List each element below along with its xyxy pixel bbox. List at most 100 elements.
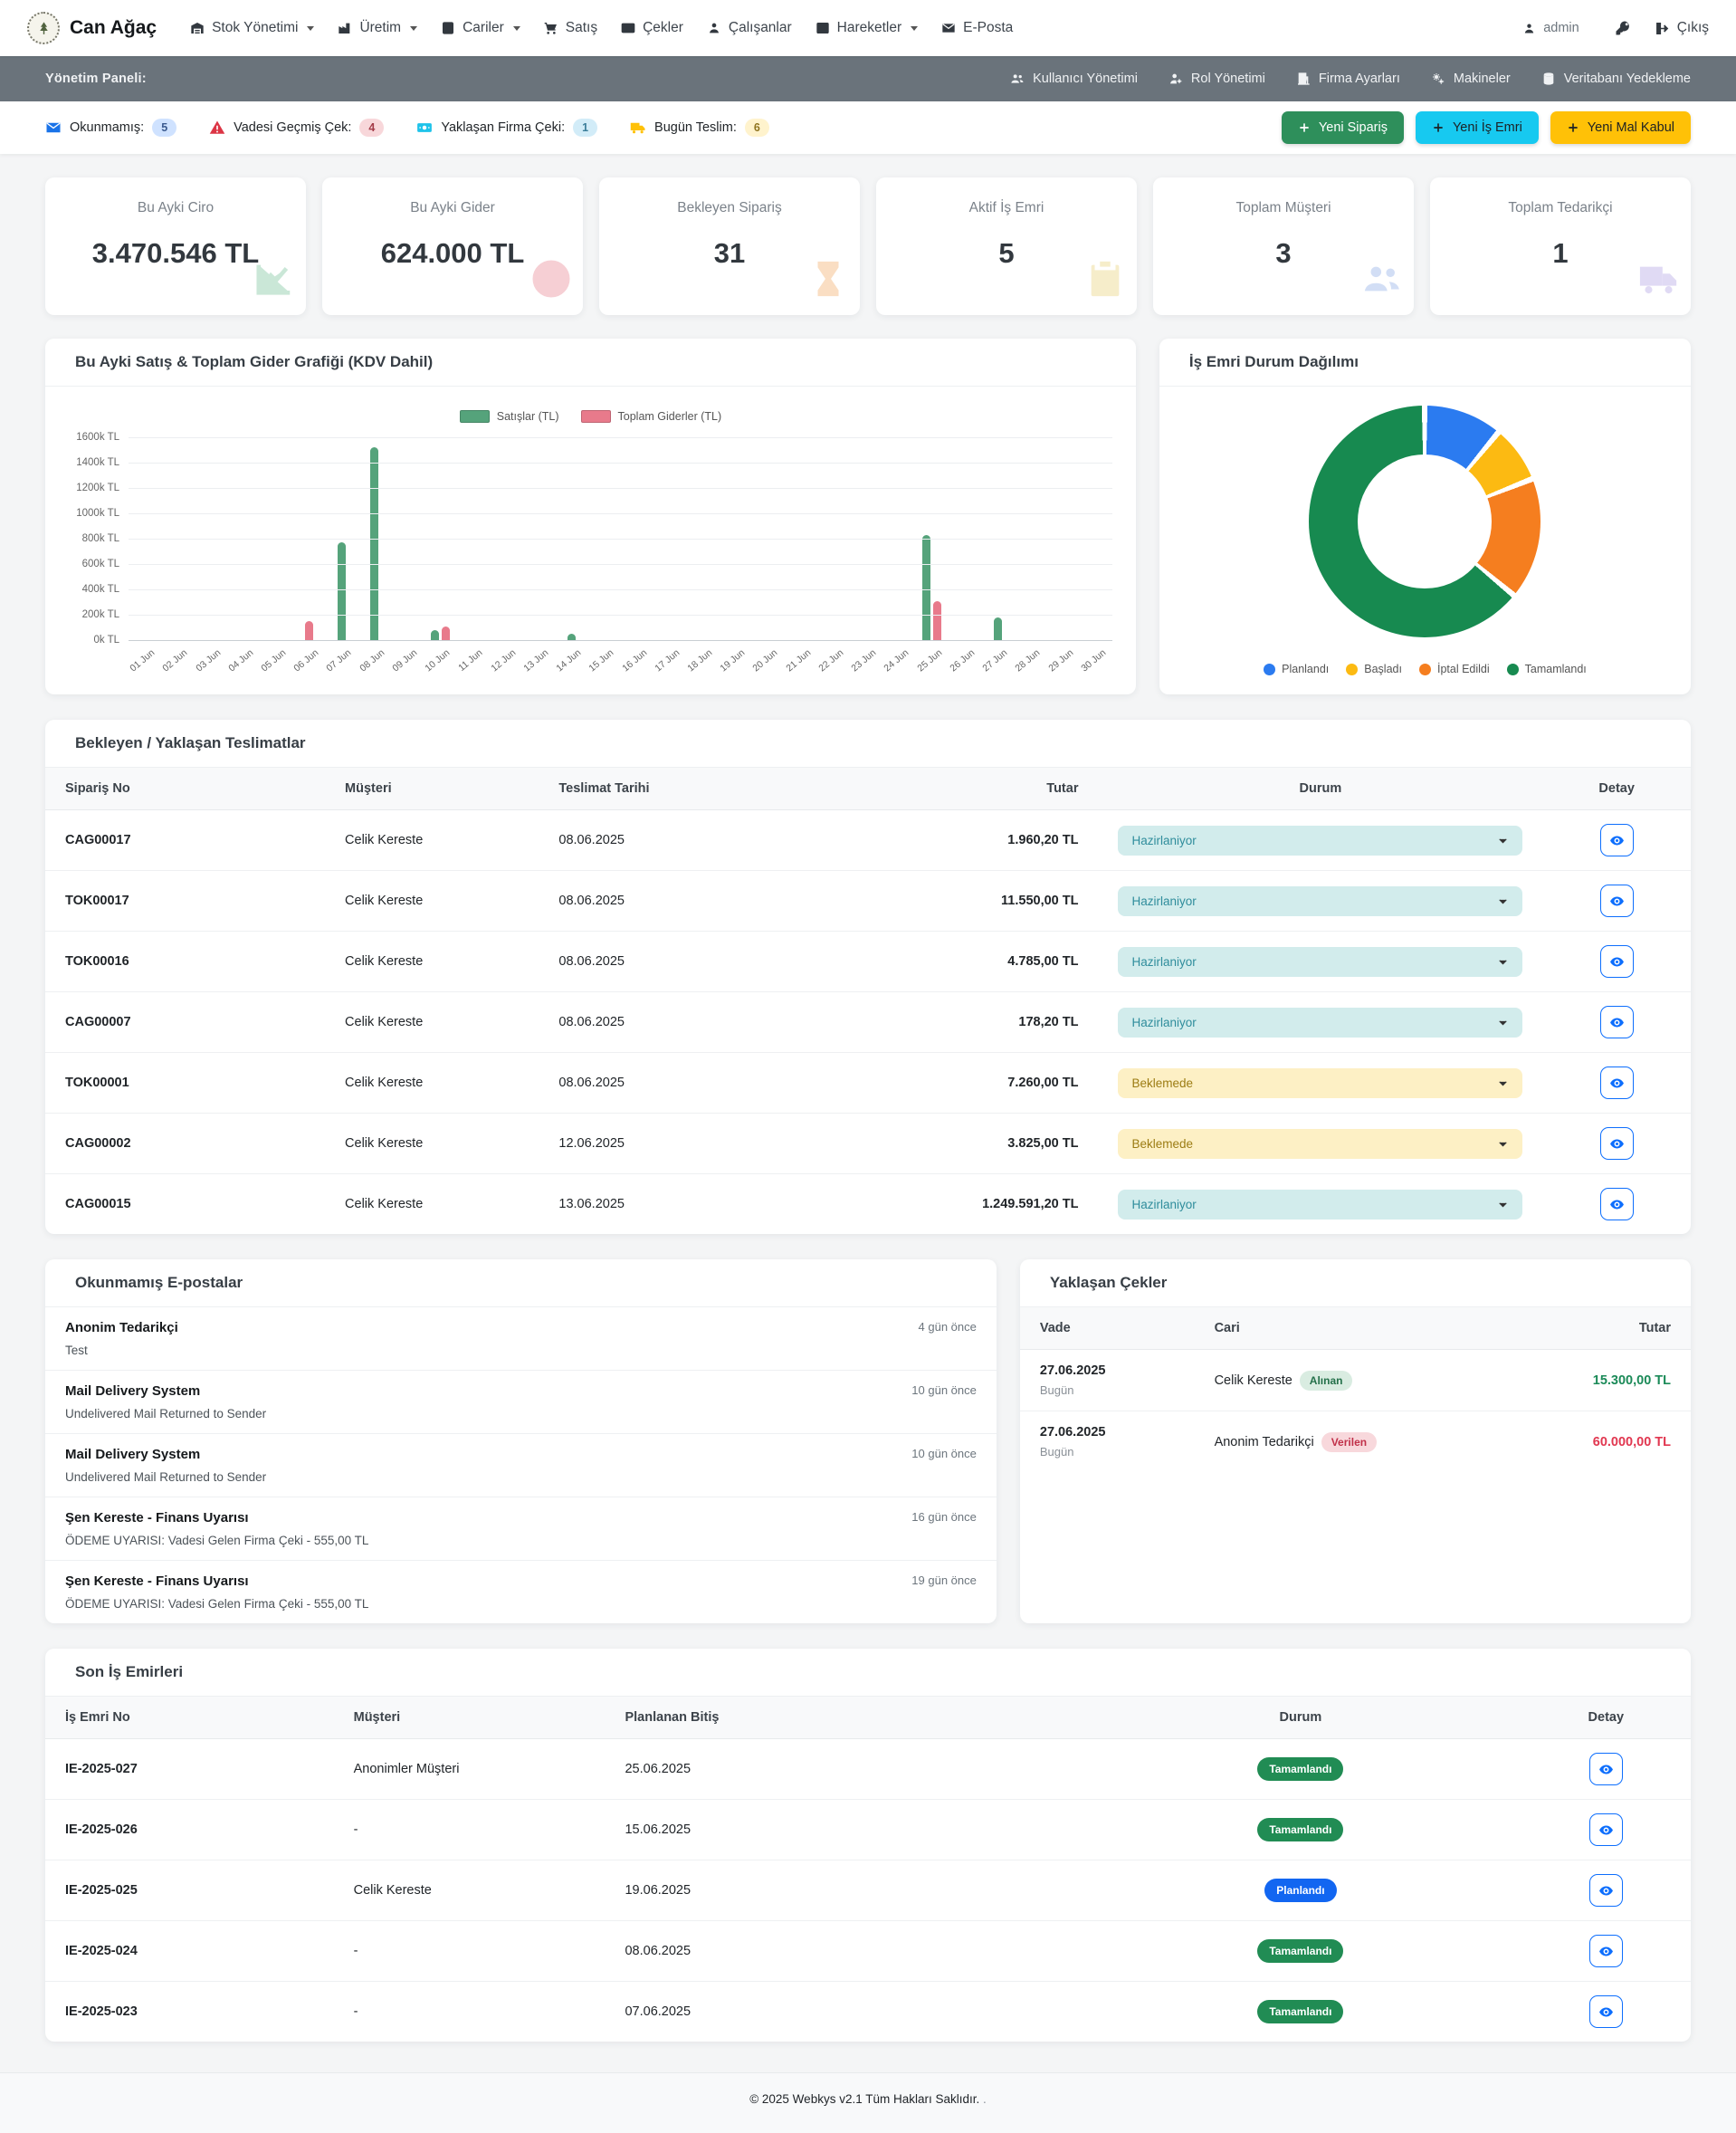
detail-eye-button[interactable] (1589, 1995, 1623, 2028)
status-dropdown[interactable]: Beklemede (1118, 1068, 1522, 1098)
nav-item-hareketler[interactable]: Hareketler (804, 0, 930, 56)
amount: 4.785,00 TL (1007, 954, 1078, 969)
admin-item-firma-ayarlar[interactable]: Firma Ayarları (1296, 72, 1400, 86)
x-tick-label: 29 Jun (1046, 647, 1075, 674)
check-party: Celik Kereste (1215, 1373, 1292, 1388)
status-cell: Hazirlaniyor (1098, 992, 1542, 1053)
alert-count-badge: 4 (359, 119, 384, 137)
customer-cell: Celik Kereste (325, 871, 539, 932)
stat-card-toplam-m-teri: Toplam Müşteri3 (1153, 177, 1414, 315)
x-tick-label: 25 Jun (915, 647, 944, 674)
delivery-date-cell: 08.06.2025 (539, 871, 901, 932)
status-dropdown[interactable]: Hazirlaniyor (1118, 1008, 1522, 1038)
status-dropdown[interactable]: Hazirlaniyor (1118, 1190, 1522, 1220)
eye-icon (1598, 1944, 1614, 1959)
nav-item-ekler[interactable]: Çekler (609, 0, 695, 56)
wo-customer-cell: Anonimler Müşteri (334, 1739, 606, 1800)
chevron-down-icon (1497, 956, 1509, 968)
clipboard-watermark-icon (1084, 258, 1126, 310)
wo-planned-end: 19.06.2025 (625, 1883, 691, 1898)
nav-item-al-anlar[interactable]: Çalışanlar (695, 0, 804, 56)
yeni-i-emri-button[interactable]: Yeni İş Emri (1416, 111, 1539, 144)
work-order-row: IE-2025-027Anonimler Müşteri25.06.2025Ta… (45, 1739, 1691, 1800)
customer-name: Celik Kereste (345, 954, 423, 969)
check-row: 27.06.2025BugünCelik KeresteAlınan15.300… (1020, 1350, 1691, 1411)
yeni-mal-kabul-button[interactable]: Yeni Mal Kabul (1550, 111, 1691, 144)
wo-no-cell: IE-2025-026 (45, 1800, 334, 1860)
wo-customer: - (354, 2004, 358, 2019)
wo-planned-end: 15.06.2025 (625, 1822, 691, 1837)
chevron-down-icon (1497, 1199, 1509, 1210)
wo-date-cell: 25.06.2025 (605, 1739, 1080, 1800)
amount-cell: 1.960,20 TL (901, 810, 1098, 871)
detail-eye-button[interactable] (1589, 1753, 1623, 1785)
detail-eye-button[interactable] (1589, 1813, 1623, 1846)
x-tick: 26 Jun (949, 644, 981, 685)
delivery-date: 13.06.2025 (558, 1197, 625, 1211)
x-tick-label: 01 Jun (128, 647, 157, 674)
detail-eye-button[interactable] (1600, 1188, 1634, 1220)
x-tick: 20 Jun (751, 644, 784, 685)
nav-item-sat[interactable]: Satış (532, 0, 609, 56)
admin-panel-bar: Yönetim Paneli: Kullanıcı YönetimiRol Yö… (0, 56, 1736, 101)
status-dropdown[interactable]: Hazirlaniyor (1118, 947, 1522, 977)
nav-item-e-posta[interactable]: E-Posta (930, 0, 1025, 56)
check-date-relative: Bugün (1040, 1383, 1175, 1397)
status-cell: Hazirlaniyor (1098, 932, 1542, 992)
amount: 1.249.591,20 TL (982, 1197, 1078, 1211)
email-list-item[interactable]: Şen Kereste - Finans UyarısıÖDEME UYARIS… (45, 1561, 997, 1623)
detail-eye-button[interactable] (1600, 824, 1634, 856)
alert-count-badge: 1 (573, 119, 597, 137)
detail-eye-button[interactable] (1600, 885, 1634, 917)
detail-eye-button[interactable] (1589, 1935, 1623, 1967)
detail-eye-button[interactable] (1600, 1006, 1634, 1038)
detail-eye-button[interactable] (1600, 1127, 1634, 1160)
x-axis: 01 Jun02 Jun03 Jun04 Jun05 Jun06 Jun07 J… (129, 644, 1112, 685)
admin-item-veritaban-yedekleme[interactable]: Veritabanı Yedekleme (1541, 72, 1691, 86)
yeni-sipari-button[interactable]: Yeni Sipariş (1282, 111, 1404, 144)
admin-item-makineler[interactable]: Makineler (1431, 72, 1511, 86)
admin-item-kullan-c-y-netimi[interactable]: Kullanıcı Yönetimi (1010, 72, 1138, 86)
detail-eye-button[interactable] (1589, 1874, 1623, 1907)
email-list-item[interactable]: Mail Delivery SystemUndelivered Mail Ret… (45, 1371, 997, 1434)
wo-customer-cell: - (334, 1921, 606, 1982)
amount-cell: 178,20 TL (901, 992, 1098, 1053)
wo-customer: Anonimler Müşteri (354, 1762, 460, 1776)
status-dropdown[interactable]: Hazirlaniyor (1118, 886, 1522, 916)
col-wo-musteri: Müşteri (334, 1697, 606, 1739)
password-key-button[interactable] (1615, 0, 1631, 56)
email-list-item[interactable]: Mail Delivery SystemUndelivered Mail Ret… (45, 1434, 997, 1497)
col-cari: Cari (1195, 1307, 1509, 1350)
x-tick-label: 26 Jun (948, 647, 977, 674)
brand[interactable]: Can Ağaç (27, 12, 157, 44)
status-dropdown[interactable]: Hazirlaniyor (1118, 826, 1522, 856)
email-sender: Mail Delivery System (65, 1447, 977, 1462)
email-list-item[interactable]: Şen Kereste - Finans UyarısıÖDEME UYARIS… (45, 1497, 997, 1561)
nav-item-label: Üretim (359, 20, 401, 36)
detail-eye-button[interactable] (1600, 945, 1634, 978)
eye-icon (1598, 2004, 1614, 2020)
x-tick-label: 30 Jun (1079, 647, 1108, 674)
unread-emails-card: Okunmamış E-postalar Anonim TedarikçiTes… (45, 1259, 997, 1623)
x-tick-label: 22 Jun (816, 647, 845, 674)
wo-no-cell: IE-2025-025 (45, 1860, 334, 1921)
wo-no: IE-2025-026 (65, 1822, 138, 1837)
admin-item-rol-y-netimi[interactable]: Rol Yönetimi (1168, 72, 1265, 86)
wo-no-cell: IE-2025-024 (45, 1921, 334, 1982)
eye-icon (1609, 833, 1625, 848)
wo-status-badge: Tamamlandı (1257, 1818, 1343, 1841)
work-orders-title: Son İş Emirleri (75, 1663, 183, 1681)
detail-eye-button[interactable] (1600, 1066, 1634, 1099)
nav-item-cariler[interactable]: Cariler (429, 0, 532, 56)
x-tick: 12 Jun (490, 644, 522, 685)
x-tick-label: 12 Jun (489, 647, 518, 674)
logout-button[interactable]: Çıkış (1655, 0, 1709, 56)
status-cell: Hazirlaniyor (1098, 810, 1542, 871)
email-list-item[interactable]: Anonim TedarikçiTest4 gün önce (45, 1307, 997, 1371)
nav-item-retim[interactable]: Üretim (326, 0, 429, 56)
user-menu[interactable]: admin (1511, 0, 1591, 56)
status-dropdown[interactable]: Beklemede (1118, 1129, 1522, 1159)
nav-item-stok-y-netimi[interactable]: Stok Yönetimi (178, 0, 326, 56)
y-tick-label: 1200k TL (76, 483, 119, 493)
stat-label: Bekleyen Sipariş (599, 200, 860, 216)
